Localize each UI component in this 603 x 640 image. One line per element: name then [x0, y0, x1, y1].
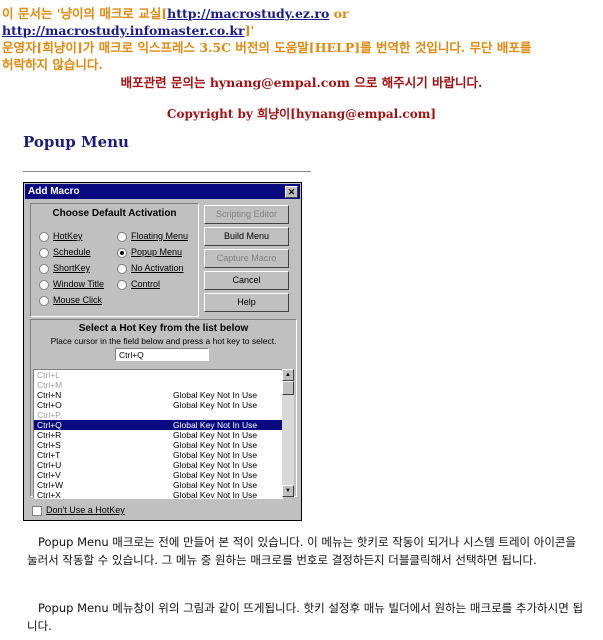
radio-circle-icon [117, 263, 127, 274]
hotkey-hint: Place cursor in the field below and pres… [50, 336, 277, 346]
radio-circle-icon [39, 279, 49, 290]
hotkey-input[interactable]: Ctrl+Q [115, 348, 209, 361]
hotkey-row[interactable]: Ctrl+N Global Key Not In Use [34, 390, 282, 400]
contact-email[interactable]: hynang@empal.com [210, 75, 350, 90]
header-suffix: ]' [244, 23, 255, 38]
radio-circle-icon [39, 263, 49, 274]
contact-notice: 배포관련 문의는 hynang@empal.com 으로 해주시기 바랍니다. [0, 72, 603, 91]
hotkey-row[interactable]: Ctrl+T Global Key Not In Use [34, 450, 282, 460]
copyright-notice: Copyright by 희냥이[hynang@empal.com] [166, 107, 437, 121]
help-button[interactable]: Help [204, 293, 289, 312]
header-line-3: 허락하지 않습니다. [2, 57, 103, 72]
radio-circle-icon [39, 247, 49, 258]
radio-popup-menu[interactable]: Popup Menu [117, 247, 182, 258]
hotkey-row[interactable]: Ctrl+V Global Key Not In Use [34, 470, 282, 480]
contact-suffix: 으로 해주시기 바랍니다. [349, 75, 483, 90]
radio-floating-menu[interactable]: Floating Menu [117, 231, 188, 242]
body-paragraph-1: Popup Menu 매크로는 전에 만들어 본 적이 있습니다. 이 메뉴는 … [27, 535, 577, 567]
header-or: or [329, 6, 349, 21]
scripting-editor-button[interactable]: Scripting Editor [204, 205, 289, 224]
hotkey-group: Select a Hot Key from the list below Pla… [30, 319, 297, 499]
hotkey-row[interactable]: Ctrl+O Global Key Not In Use [34, 400, 282, 410]
hotkey-row[interactable]: Ctrl+X Global Key Not In Use [34, 490, 282, 498]
checkbox-icon [32, 505, 42, 516]
header-line-2: 운영자[희냥이]가 매크로 익스프레스 3.5C 버전의 도움말[HELP]를 … [2, 40, 532, 55]
link-macrostudy-ezro[interactable]: http://macrostudy.ez.ro [167, 6, 329, 21]
hotkey-row-selected[interactable]: Ctrl+Q Global Key Not In Use [34, 420, 282, 430]
hotkey-list[interactable]: Ctrl+L Ctrl+M Ctrl+N Global Key Not In Us… [33, 369, 283, 499]
contact-prefix: 배포관련 문의는 [120, 75, 210, 90]
radio-circle-icon [117, 279, 127, 290]
activation-group: Choose Default Activation HotKey Schedul… [30, 203, 199, 317]
radio-hotkey[interactable]: HotKey [39, 231, 83, 242]
build-menu-button[interactable]: Build Menu [204, 227, 289, 246]
hotkey-row[interactable]: Ctrl+S Global Key Not In Use [34, 440, 282, 450]
hotkey-row[interactable]: Ctrl+P [34, 410, 282, 420]
activation-group-title: Choose Default Activation [52, 208, 177, 219]
hotkey-row[interactable]: Ctrl+L [34, 370, 282, 380]
radio-circle-icon [117, 231, 127, 242]
radio-circle-icon [39, 295, 49, 306]
dialog-titlebar: Add Macro ✕ [25, 184, 300, 199]
link-macrostudy-infomaster[interactable]: http://macrostudy.infomaster.co.kr [2, 23, 245, 38]
hotkey-row[interactable]: Ctrl+U Global Key Not In Use [34, 460, 282, 470]
dialog-title: Add Macro [28, 186, 80, 197]
radio-window-title[interactable]: Window Title [39, 279, 104, 290]
radio-selected-icon [117, 247, 127, 258]
title-divider [23, 171, 311, 172]
scroll-down-icon[interactable]: ▼ [282, 485, 294, 497]
hotkey-row[interactable]: Ctrl+M [34, 380, 282, 390]
radio-control[interactable]: Control [117, 279, 160, 290]
radio-circle-icon [39, 231, 49, 242]
radio-schedule[interactable]: Schedule [39, 247, 91, 258]
scroll-up-icon[interactable]: ▲ [282, 369, 294, 381]
capture-macro-button[interactable]: Capture Macro [204, 249, 289, 268]
cancel-button[interactable]: Cancel [204, 271, 289, 290]
radio-mouse-click[interactable]: Mouse Click [39, 295, 102, 306]
close-icon[interactable]: ✕ [285, 186, 298, 198]
scroll-thumb[interactable] [282, 381, 294, 395]
add-macro-dialog: Add Macro ✕ Choose Default Activation Ho… [23, 182, 302, 521]
hotkey-list-scrollbar[interactable]: ▲ ▼ [282, 369, 294, 497]
body-paragraph-2: Popup Menu 메뉴창이 위의 그림과 같이 뜨게됩니다. 핫키 설정후 … [27, 601, 584, 633]
dont-use-hotkey-checkbox[interactable]: Don't Use a HotKey [32, 505, 125, 516]
radio-shortkey[interactable]: ShortKey [39, 263, 90, 274]
page-title: Popup Menu [23, 133, 129, 151]
radio-no-activation[interactable]: No Activation [117, 263, 184, 274]
header-line-1: 이 문서는 '냥이의 매크로 교실[http://macrostudy.ez.r… [2, 5, 600, 39]
document-header: 이 문서는 '냥이의 매크로 교실[http://macrostudy.ez.r… [2, 5, 600, 73]
hotkey-row[interactable]: Ctrl+W Global Key Not In Use [34, 480, 282, 490]
hotkey-group-title: Select a Hot Key from the list below [78, 323, 249, 334]
header-prefix: 이 문서는 '냥이의 매크로 교실[ [2, 6, 168, 21]
hotkey-row[interactable]: Ctrl+R Global Key Not In Use [34, 430, 282, 440]
